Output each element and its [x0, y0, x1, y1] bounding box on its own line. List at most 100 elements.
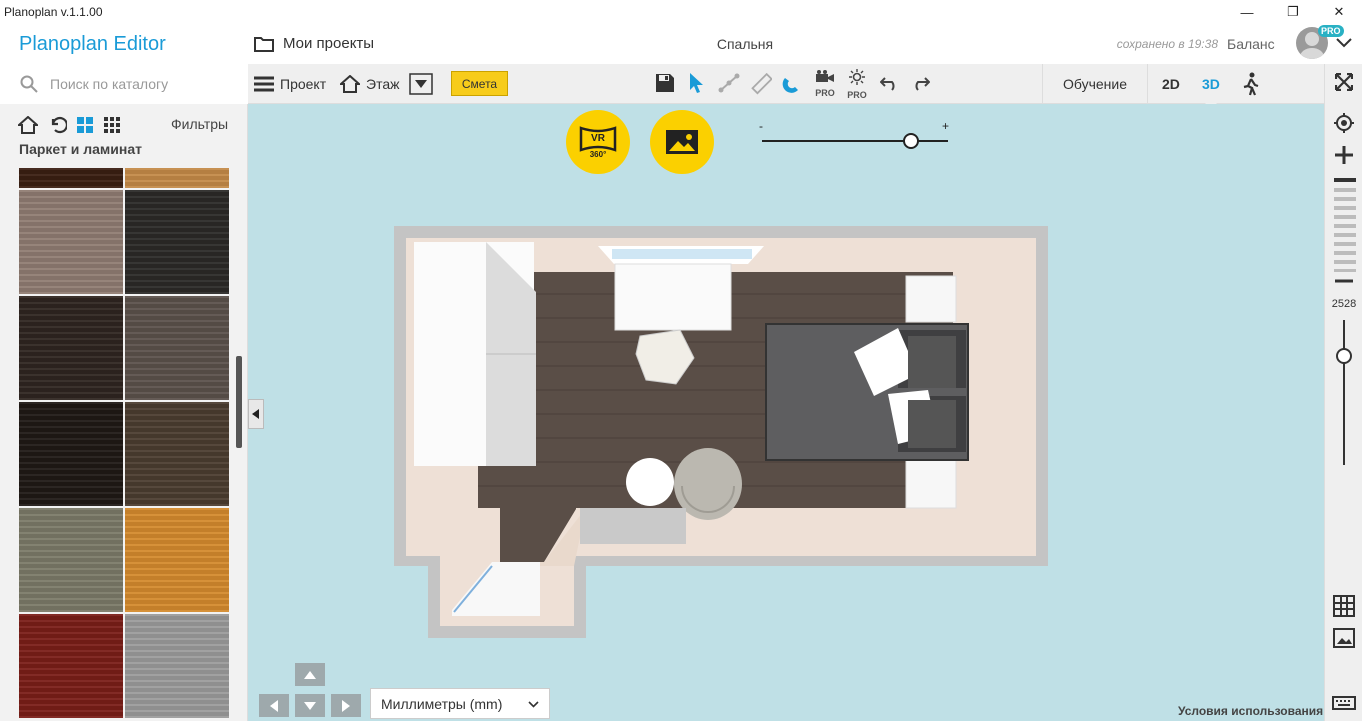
grid-toggle-button[interactable] [1325, 594, 1362, 618]
units-value: Миллиметры (mm) [381, 695, 503, 712]
project-menu-button[interactable]: Проект [254, 64, 326, 104]
home-icon[interactable] [18, 116, 38, 134]
catalog-grid [19, 168, 230, 721]
estimate-button[interactable]: Смета [451, 71, 508, 96]
zoom-scale[interactable] [1334, 174, 1356, 272]
catalog-item[interactable] [19, 508, 123, 612]
zoom-in-button[interactable] [1325, 144, 1362, 166]
video-pro-button[interactable]: PRO [812, 69, 838, 101]
window-title: Planoplan v.1.1.00 [4, 5, 103, 19]
project-label: Проект [280, 76, 327, 92]
search-input[interactable]: Поиск по каталогу [50, 76, 168, 92]
floor-dropdown[interactable] [409, 64, 433, 104]
learning-button[interactable]: Обучение [1042, 64, 1148, 104]
target-icon [1334, 113, 1354, 133]
grid-large-icon[interactable] [76, 116, 94, 134]
plus-icon [1335, 146, 1353, 164]
save-icon[interactable] [655, 73, 675, 93]
back-icon[interactable] [47, 116, 67, 134]
zoom-out-button[interactable] [1325, 272, 1362, 290]
chevron-down-icon[interactable] [1336, 38, 1352, 48]
light-pro-button[interactable]: PRO [844, 69, 870, 101]
catalog-item[interactable] [19, 168, 123, 188]
zoom-level-active [1334, 178, 1356, 182]
ruler-icon[interactable] [750, 73, 772, 95]
catalog-item[interactable] [19, 402, 123, 506]
collapse-panel-button[interactable] [248, 399, 264, 429]
balance-link[interactable]: Баланс [1227, 36, 1275, 52]
arrow-down-icon [304, 701, 316, 710]
app-header: Planoplan Editor Мои проекты Спальня сох… [0, 24, 1362, 64]
catalog-item[interactable] [125, 402, 229, 506]
main-toolbar: Проект Этаж Смета PRO PRO Обучение 2D 3D [248, 64, 1362, 109]
keyboard-help-button[interactable] [1325, 692, 1362, 714]
restore-button[interactable]: ❐ [1270, 0, 1316, 24]
minimize-button[interactable]: — [1224, 0, 1270, 24]
arrow-left-icon [270, 699, 278, 712]
catalog-item[interactable] [19, 296, 123, 400]
arrow-up-icon [304, 670, 316, 679]
pan-up-button[interactable] [295, 663, 325, 686]
room-name[interactable]: Спальня [680, 36, 810, 52]
window-title-bar: Planoplan v.1.1.00 — ❐ ✕ [0, 0, 1362, 24]
pan-right-button[interactable] [331, 694, 361, 717]
height-slider-handle[interactable] [1336, 348, 1352, 365]
grid-icon [1333, 595, 1355, 617]
catalog-item[interactable] [125, 614, 229, 718]
chevron-left-icon [252, 409, 259, 419]
catalog-item[interactable] [19, 190, 123, 294]
close-button[interactable]: ✕ [1316, 0, 1362, 24]
catalog-item[interactable] [125, 190, 229, 294]
sun-icon [849, 69, 865, 85]
dropdown-arrow-icon [409, 73, 433, 95]
select-cursor-icon[interactable] [688, 72, 704, 94]
picture-icon [1333, 628, 1355, 648]
terms-link[interactable]: Условия использования [1178, 704, 1323, 718]
my-projects-label: Мои проекты [283, 35, 375, 52]
floor-button[interactable]: Этаж [340, 64, 399, 104]
floor-plan-view[interactable] [248, 104, 1324, 721]
folder-icon [254, 36, 274, 52]
pan-left-button[interactable] [259, 694, 289, 717]
catalog-search[interactable]: Поиск по каталогу [0, 64, 248, 104]
pro-label: PRO [847, 90, 867, 100]
arrow-right-icon [342, 699, 350, 712]
wall-tool-icon[interactable] [718, 73, 740, 93]
catalog-item[interactable] [125, 168, 229, 188]
floor-label: Этаж [366, 76, 400, 92]
fullscreen-button[interactable] [1325, 70, 1362, 94]
catalog-item[interactable] [125, 508, 229, 612]
magnet-icon[interactable] [780, 72, 804, 96]
catalog-item[interactable] [125, 296, 229, 400]
walk-icon[interactable] [1242, 72, 1260, 96]
catalog-scrollbar[interactable] [236, 356, 242, 448]
keyboard-icon [1332, 696, 1356, 710]
minus-icon [1335, 279, 1353, 283]
chevron-down-icon [528, 701, 539, 708]
filters-button[interactable]: Фильтры [171, 116, 228, 132]
grid-small-icon[interactable] [103, 116, 121, 134]
menu-icon [254, 76, 274, 92]
my-projects-button[interactable]: Мои проекты [254, 35, 374, 52]
mode-2d-button[interactable]: 2D [1162, 64, 1180, 104]
app-brand: Planoplan Editor [19, 33, 166, 55]
catalog-item[interactable] [19, 614, 123, 718]
category-title: Паркет и ламинат [19, 141, 142, 157]
pan-down-button[interactable] [295, 694, 325, 717]
background-image-button[interactable] [1325, 626, 1362, 650]
center-view-button[interactable] [1325, 112, 1362, 134]
saved-status: сохранено в 19:38 [1116, 37, 1218, 51]
undo-icon[interactable] [880, 75, 900, 91]
height-slider-track[interactable] [1336, 320, 1352, 465]
search-icon [20, 75, 38, 93]
mode-3d-button[interactable]: 3D [1202, 64, 1220, 104]
house-icon [340, 75, 360, 93]
units-select[interactable]: Миллиметры (mm) [370, 688, 550, 719]
expand-icon [1335, 73, 1353, 91]
zoom-level-marks [1334, 188, 1356, 272]
redo-icon[interactable] [910, 75, 930, 91]
canvas-3d[interactable]: VR 360° - + Миллиметры (mm) Условия испо… [248, 104, 1324, 721]
pro-label: PRO [815, 88, 835, 98]
zoom-value: 2528 [1331, 298, 1357, 310]
pro-badge: PRO [1318, 25, 1344, 37]
